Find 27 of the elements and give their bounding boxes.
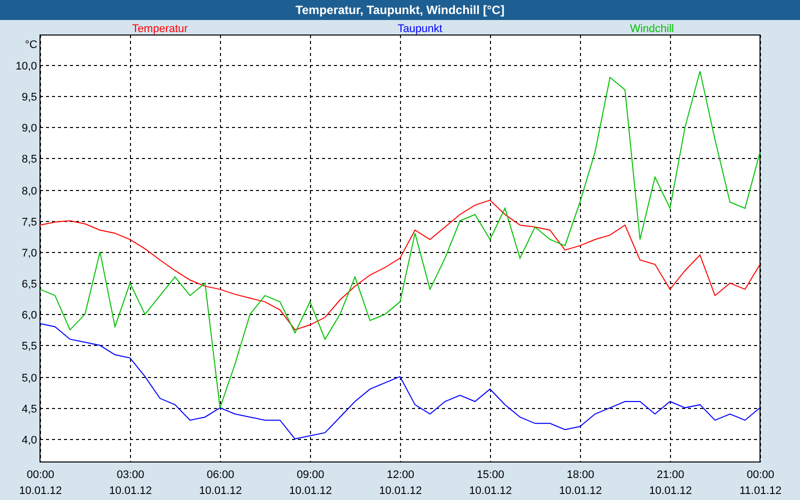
window-title: Temperatur, Taupunkt, Windchill [°C] bbox=[296, 2, 504, 19]
axis-label: 00:00 10.01.12 bbox=[19, 469, 62, 497]
axis-label: 8,0 bbox=[22, 186, 37, 198]
legend-label: Taupunkt bbox=[398, 23, 442, 35]
axis-label: 7,5 bbox=[22, 216, 37, 228]
axis-label: 6,0 bbox=[22, 310, 37, 322]
axis-label: 09:00 10.01.12 bbox=[289, 469, 332, 497]
axis-label: 18:00 10.01.12 bbox=[559, 469, 602, 497]
axis-label: 5,5 bbox=[22, 340, 37, 352]
legend-label: Temperatur bbox=[132, 23, 188, 35]
axis-label: 06:00 10.01.12 bbox=[199, 469, 242, 497]
axis-label: 6,5 bbox=[22, 278, 37, 290]
axis-label: 9,0 bbox=[22, 122, 37, 134]
axis-label: 5,0 bbox=[22, 372, 37, 384]
axis-label: 4,5 bbox=[22, 404, 37, 416]
axis-label: 00:00 11.01.12 bbox=[740, 469, 782, 497]
axis-label: 4,0 bbox=[22, 434, 37, 446]
axis-label: 8,5 bbox=[22, 154, 37, 166]
axis-label: 21:00 10.01.12 bbox=[649, 469, 692, 497]
axis-label: 03:00 10.01.12 bbox=[109, 469, 152, 497]
axis-label: 15:00 10.01.12 bbox=[469, 469, 512, 497]
axis-label: 7,0 bbox=[22, 248, 37, 260]
legend-label: Windchill bbox=[630, 23, 674, 35]
axis-label: 10,0 bbox=[16, 60, 37, 72]
axis-label: 12:00 10.01.12 bbox=[379, 469, 422, 497]
axis-label: 9,5 bbox=[22, 92, 37, 104]
axis-title: °C bbox=[25, 39, 38, 51]
